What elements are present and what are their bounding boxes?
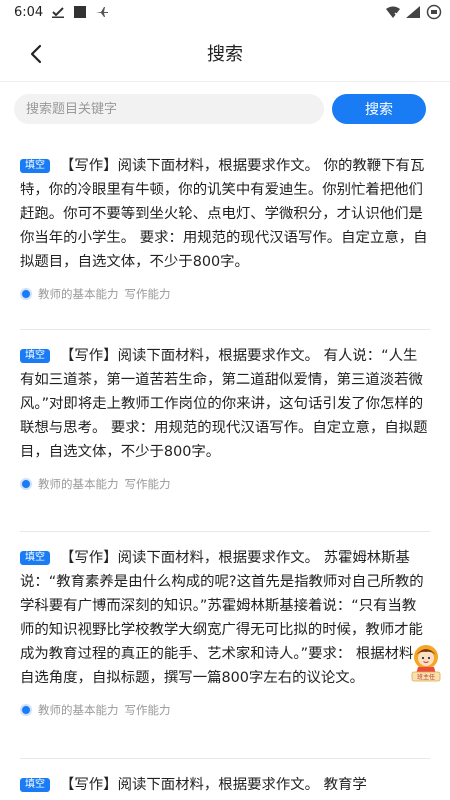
question-type-badge: 填空 bbox=[20, 159, 50, 173]
category-dot-icon bbox=[20, 288, 32, 300]
wifi-x-icon bbox=[386, 6, 400, 18]
question-content: 填空 【写作】阅读下面材料，根据要求作文。 苏霍姆林斯基说：“教育素养是由什么构成… bbox=[20, 546, 430, 690]
question-type-badge: 填空 bbox=[20, 778, 50, 792]
download-check-icon bbox=[52, 7, 65, 18]
status-bar: 6:04 bbox=[0, 0, 450, 24]
question-text: 【写作】阅读下面材料，根据要求作文。 教育学 bbox=[60, 777, 367, 793]
question-card[interactable]: 填空 【写作】阅读下面材料，根据要求作文。 教育学 bbox=[20, 759, 430, 800]
search-input[interactable] bbox=[14, 94, 324, 124]
question-categories: 教师的基本能力 写作能力 bbox=[20, 286, 430, 302]
search-button[interactable]: 搜索 bbox=[332, 94, 426, 124]
search-bar: 搜索 bbox=[0, 82, 450, 128]
question-content: 填空 【写作】阅读下面材料，根据要求作文。 教育学 bbox=[20, 773, 430, 797]
teacher-mascot-icon: 班主任 bbox=[411, 645, 441, 682]
page-title: 搜索 bbox=[207, 43, 243, 65]
category-label: 写作能力 bbox=[124, 703, 171, 717]
nav-bar: 搜索 bbox=[0, 24, 450, 82]
category-dot-icon bbox=[20, 704, 32, 716]
question-text: 【写作】阅读下面材料，根据要求作文。 你的教鞭下有瓦特，你的冷眼里有牛顿，你的讥… bbox=[20, 158, 428, 270]
question-categories: 教师的基本能力 写作能力 bbox=[20, 702, 430, 718]
status-left: 6:04 bbox=[14, 5, 109, 20]
category-dot-icon bbox=[20, 478, 32, 490]
mascot-label: 班主任 bbox=[417, 673, 435, 681]
question-type-badge: 填空 bbox=[20, 551, 50, 565]
category-label: 教师的基本能力 bbox=[38, 477, 119, 491]
question-content: 填空 【写作】阅读下面材料，根据要求作文。 你的教鞭下有瓦特，你的冷眼里有牛顿，你… bbox=[20, 154, 430, 274]
chevron-left-icon bbox=[30, 44, 42, 64]
question-text: 【写作】阅读下面材料，根据要求作文。 苏霍姆林斯基说：“教育素养是由什么构成的呢… bbox=[20, 550, 428, 686]
category-label: 写作能力 bbox=[124, 477, 171, 491]
airplane-mode-icon bbox=[96, 7, 109, 17]
question-type-badge: 填空 bbox=[20, 349, 50, 363]
question-card[interactable]: 填空 【写作】阅读下面材料，根据要求作文。 你的教鞭下有瓦特，你的冷眼里有牛顿，你… bbox=[20, 140, 430, 330]
question-card[interactable]: 填空 【写作】阅读下面材料，根据要求作文。 苏霍姆林斯基说：“教育素养是由什么构成… bbox=[20, 532, 430, 759]
status-time: 6:04 bbox=[14, 4, 44, 20]
category-label: 教师的基本能力 bbox=[38, 287, 119, 301]
question-card[interactable]: 填空 【写作】阅读下面材料，根据要求作文。 有人说：“人生有如三道茶，第一道苦若生… bbox=[20, 330, 430, 532]
category-label: 教师的基本能力 bbox=[38, 703, 119, 717]
battery-icon bbox=[426, 4, 442, 20]
mascot-floating-button[interactable]: 班主任 bbox=[409, 643, 443, 683]
category-label: 写作能力 bbox=[124, 287, 171, 301]
question-content: 填空 【写作】阅读下面材料，根据要求作文。 有人说：“人生有如三道茶，第一道苦若生… bbox=[20, 344, 430, 464]
question-categories: 教师的基本能力 写作能力 bbox=[20, 476, 430, 492]
signal-icon bbox=[406, 6, 420, 18]
square-icon bbox=[74, 6, 87, 18]
question-list: 填空 【写作】阅读下面材料，根据要求作文。 你的教鞭下有瓦特，你的冷眼里有牛顿，你… bbox=[0, 140, 450, 800]
back-button[interactable] bbox=[22, 40, 50, 68]
question-text: 【写作】阅读下面材料，根据要求作文。 有人说：“人生有如三道茶，第一道苦若生命，… bbox=[20, 348, 428, 460]
status-right bbox=[386, 4, 442, 20]
